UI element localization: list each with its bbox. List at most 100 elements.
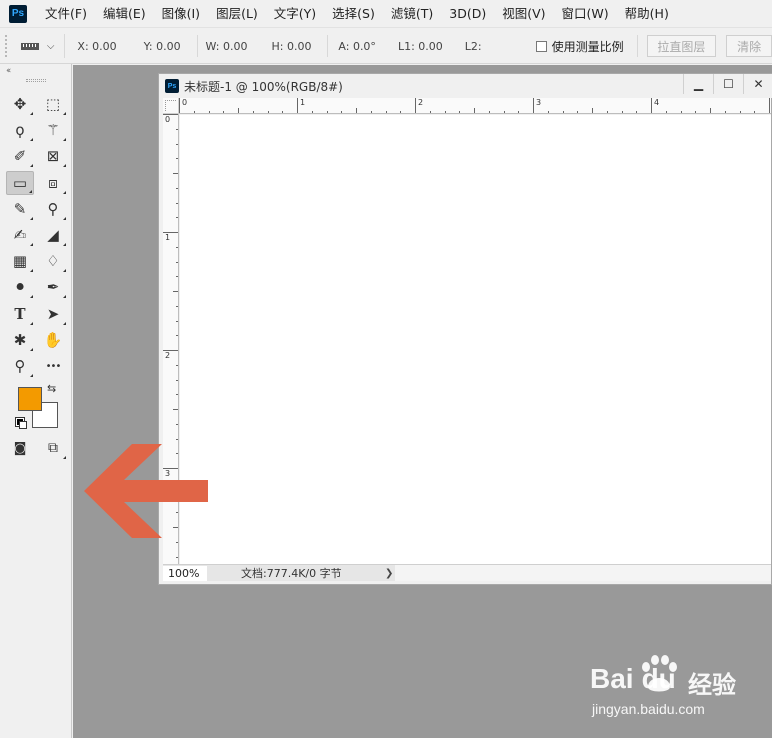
status-menu-arrow-icon[interactable]: ❯ xyxy=(385,565,393,582)
dodge-icon: ⚫ xyxy=(13,278,27,296)
straighten-layer-button[interactable]: 拉直图层 xyxy=(646,35,717,57)
horizontal-scrollbar[interactable] xyxy=(395,565,771,581)
submenu-indicator xyxy=(30,295,33,298)
history-brush-tool[interactable]: ✍ xyxy=(6,223,34,247)
zoom-tool[interactable]: ⚲ xyxy=(6,354,34,378)
menu-item[interactable]: 编辑(E) xyxy=(95,0,154,28)
brush-tool[interactable]: ✎ xyxy=(6,197,34,221)
menu-item[interactable]: 视图(V) xyxy=(494,0,553,28)
x-readout: X: 0.00 xyxy=(77,39,117,53)
pen-tool[interactable]: ✒ xyxy=(39,275,67,299)
minimize-button[interactable]: ▁ xyxy=(683,74,713,94)
stamp-tool[interactable]: ⚲ xyxy=(39,197,67,221)
menu-item[interactable]: 滤镜(T) xyxy=(383,0,441,28)
menu-item[interactable]: 帮助(H) xyxy=(617,0,677,28)
lasso-tool[interactable]: ϙ xyxy=(6,118,34,142)
close-button[interactable]: ✕ xyxy=(743,74,772,94)
submenu-indicator xyxy=(30,164,33,167)
dodge-tool[interactable]: ⚫ xyxy=(6,275,34,299)
checkbox-box[interactable] xyxy=(535,40,547,52)
menu-item[interactable]: 文件(F) xyxy=(37,0,95,28)
move-tool[interactable]: ✥ xyxy=(6,92,34,116)
type-tool[interactable]: T xyxy=(6,302,34,326)
menu-items: 文件(F) 编辑(E) 图像(I) 图层(L) 文字(Y) 选择(S) 滤镜(T) 3D(D)… xyxy=(37,0,677,28)
divider xyxy=(327,35,329,57)
shape-tool[interactable]: ✱ xyxy=(6,328,34,352)
menu-item[interactable]: 3D(D) xyxy=(441,0,494,28)
tool-preset-picker[interactable]: ⌵ xyxy=(20,34,66,58)
submenu-indicator xyxy=(63,269,66,272)
maximize-button[interactable]: ☐ xyxy=(713,74,743,94)
chevron-down-icon: ⌵ xyxy=(46,40,55,52)
ruler-label: 0 xyxy=(182,98,188,107)
zoom-field[interactable]: 100% xyxy=(163,565,207,581)
submenu-indicator xyxy=(29,190,32,193)
menu-item[interactable]: 文字(Y) xyxy=(266,0,324,28)
screen-mode-icon: ⧉ xyxy=(48,440,58,456)
quick-mask-icon: ◙ xyxy=(13,440,27,456)
ruler-label: 1 xyxy=(300,98,306,107)
baidu-watermark: Baidu 经验 jingyan.baidu.com xyxy=(590,655,770,725)
options-grip[interactable] xyxy=(5,35,11,57)
pen-icon: ✒ xyxy=(46,278,60,296)
ruler-tool[interactable]: ▭ xyxy=(6,171,34,195)
ruler-label: 1 xyxy=(165,233,171,242)
foreground-color-swatch[interactable] xyxy=(18,387,42,411)
eraser-tool[interactable]: ◢ xyxy=(39,223,67,247)
eraser-icon: ◢ xyxy=(47,226,59,244)
blur-tool[interactable]: ♢ xyxy=(39,249,67,273)
hand-tool[interactable]: ✋ xyxy=(39,328,67,352)
marquee-tool[interactable]: ⬚ xyxy=(39,92,67,116)
ruler-origin[interactable] xyxy=(163,98,179,114)
horizontal-ruler-ticks xyxy=(179,98,770,113)
horizontal-ruler[interactable]: 0 1 2 3 4 xyxy=(179,98,771,114)
divider xyxy=(636,35,638,57)
patch-icon: ⧈ xyxy=(48,174,58,192)
submenu-indicator xyxy=(30,138,33,141)
menu-item[interactable]: 图像(I) xyxy=(154,0,208,28)
submenu-indicator xyxy=(63,138,66,141)
submenu-indicator xyxy=(30,112,33,115)
measure-scale-checkbox[interactable]: 使用测量比例 xyxy=(535,38,624,55)
screen-mode-button[interactable]: ⧉ xyxy=(39,436,67,460)
magic-wand-icon: ⚚ xyxy=(46,121,60,139)
brush-icon: ✎ xyxy=(13,200,27,218)
document-title-bar[interactable]: Ps 未标题-1 @ 100%(RGB/8#) ▁ ☐ ✕ xyxy=(159,74,772,98)
watermark-url: jingyan.baidu.com xyxy=(592,701,705,717)
measure-scale-label: 使用测量比例 xyxy=(551,39,624,54)
quick-mask-button[interactable]: ◙ xyxy=(6,436,34,460)
ruler-label: 2 xyxy=(165,351,171,360)
swap-colors-icon[interactable]: ⇆ xyxy=(47,382,56,395)
collapse-panel-icon[interactable]: ‹‹ xyxy=(6,66,11,76)
gradient-tool[interactable]: ▦ xyxy=(6,249,34,273)
menu-item[interactable]: 选择(S) xyxy=(324,0,383,28)
crop-icon: ✐ xyxy=(13,147,27,165)
clear-button[interactable]: 清除 xyxy=(726,35,772,57)
drop-icon: ♢ xyxy=(46,252,60,270)
more-tools[interactable]: ••• xyxy=(39,354,67,378)
ruler-icon xyxy=(20,42,39,50)
document-canvas[interactable] xyxy=(180,115,771,564)
crop-tool[interactable]: ✐ xyxy=(6,144,34,168)
ruler-icon: ▭ xyxy=(12,174,28,192)
ruler-label: 0 xyxy=(165,115,171,124)
magic-wand-tool[interactable]: ⚚ xyxy=(39,118,67,142)
ruler-label: 4 xyxy=(654,98,660,107)
default-colors-icon[interactable] xyxy=(15,417,27,429)
path-select-tool[interactable]: ➤ xyxy=(39,302,67,326)
options-bar: ⌵ X: 0.00 Y: 0.00 W: 0.00 H: 0.00 A: 0.0… xyxy=(0,29,772,64)
document-status-bar: 100% 文档:777.4K/0 字节 ❯ xyxy=(163,564,771,581)
h-readout: H: 0.00 xyxy=(271,39,312,53)
gradient-icon: ▦ xyxy=(12,252,28,270)
ellipsis-icon: ••• xyxy=(45,360,62,372)
divider xyxy=(196,35,198,57)
angle-readout: A: 0.0° xyxy=(338,39,376,53)
frame-tool[interactable]: ⊠ xyxy=(39,144,67,168)
patch-tool[interactable]: ⧈ xyxy=(39,171,67,195)
photoshop-doc-icon: Ps xyxy=(165,79,179,93)
menu-item[interactable]: 图层(L) xyxy=(208,0,266,28)
menu-item[interactable]: 窗口(W) xyxy=(554,0,617,28)
ruler-label: 2 xyxy=(418,98,424,107)
panel-grip[interactable] xyxy=(26,79,46,82)
submenu-indicator xyxy=(30,217,33,220)
